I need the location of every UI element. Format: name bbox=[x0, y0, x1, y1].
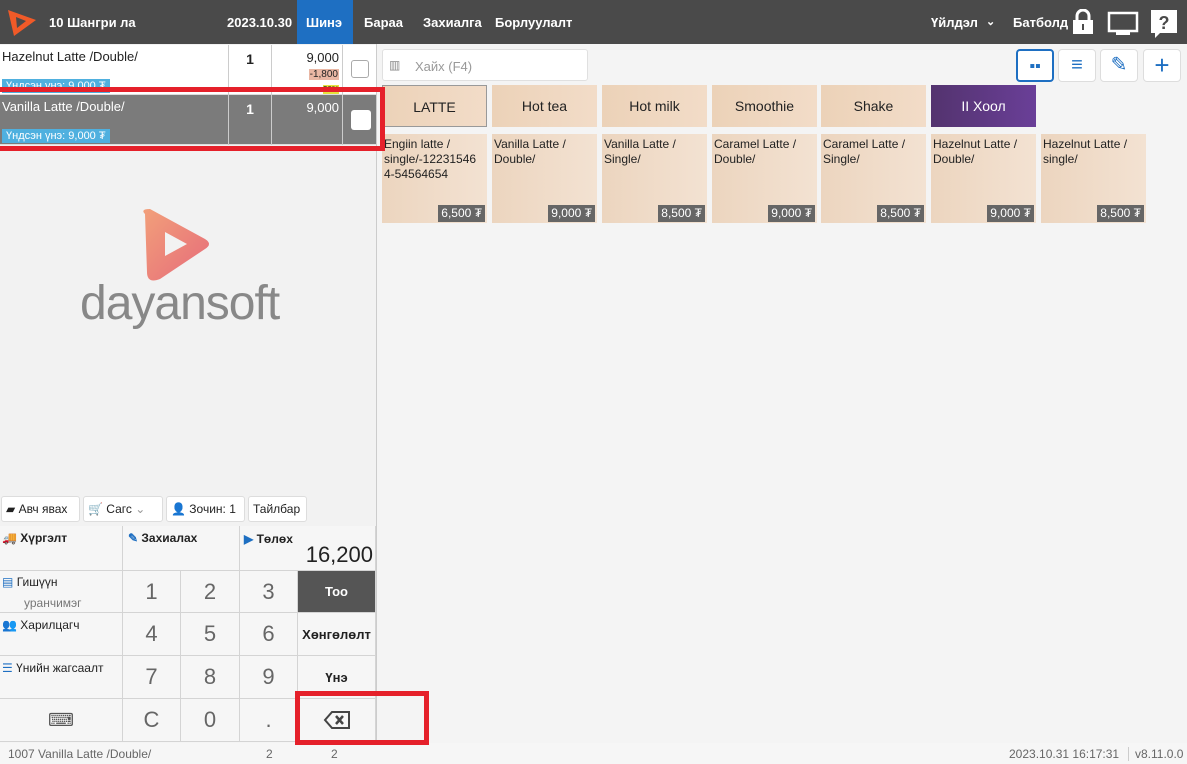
user-name[interactable]: Батболд bbox=[1013, 15, 1068, 30]
svg-text:?: ? bbox=[1159, 13, 1170, 33]
play-icon: ▶ bbox=[244, 532, 254, 546]
datetime: 2023.10.31 16:17:31 bbox=[1009, 747, 1120, 761]
product-tile[interactable]: Hazelnut Latte / Double/9,000 ₮ bbox=[931, 134, 1036, 223]
list-view-icon[interactable]: ≡ bbox=[1058, 49, 1096, 82]
person-icon: 👤 bbox=[171, 502, 186, 516]
tab-products[interactable]: Бараа bbox=[364, 15, 403, 30]
keyboard-icon[interactable]: ⌨ bbox=[0, 699, 123, 742]
category-hot-tea[interactable]: Hot tea bbox=[492, 85, 597, 127]
category-shake[interactable]: Shake bbox=[821, 85, 926, 127]
id-card-icon: ▤ bbox=[2, 575, 14, 589]
lock-icon[interactable] bbox=[1071, 9, 1095, 35]
people-icon: 👥 bbox=[2, 618, 17, 632]
key-4[interactable]: 4 bbox=[123, 613, 181, 656]
search-input[interactable]: ▥ Хайх (F4) bbox=[382, 49, 588, 81]
app-logo-icon bbox=[8, 10, 36, 36]
edit-icon[interactable]: ✎ bbox=[1100, 49, 1138, 82]
count-2: 2 bbox=[331, 747, 338, 761]
add-icon[interactable]: + bbox=[1143, 49, 1181, 82]
key-0[interactable]: 0 bbox=[181, 699, 240, 742]
chevron-down-icon[interactable]: ⌄ bbox=[986, 15, 995, 28]
store-name: 10 Шангри ла bbox=[49, 15, 136, 30]
help-icon[interactable]: ? bbox=[1150, 9, 1178, 39]
discount-mode-button[interactable]: Хөнгөлөлт bbox=[298, 613, 376, 656]
item-checkbox[interactable] bbox=[351, 60, 369, 78]
key-5[interactable]: 5 bbox=[181, 613, 240, 656]
monitor-icon[interactable] bbox=[1107, 11, 1139, 37]
product-tile[interactable]: Engiin latte / single/-12231546 4-545646… bbox=[382, 134, 487, 223]
key-6[interactable]: 6 bbox=[240, 613, 298, 656]
category-hot-milk[interactable]: Hot milk bbox=[602, 85, 707, 127]
key-dot[interactable]: . bbox=[240, 699, 298, 742]
brand-name: dayansoft bbox=[80, 277, 280, 330]
item-discount: -1,800 bbox=[308, 69, 339, 80]
product-tile[interactable]: Hazelnut Latte / single/8,500 ₮ bbox=[1041, 134, 1146, 223]
status-bar: 1007 Vanilla Latte /Double/ 2 2 2023.10.… bbox=[0, 743, 1187, 764]
highlight-backspace bbox=[295, 691, 429, 745]
note-button[interactable]: Тайлбар bbox=[248, 496, 307, 522]
product-tile[interactable]: Vanilla Latte / Single/8,500 ₮ bbox=[602, 134, 707, 223]
tab-new[interactable]: Шинэ bbox=[306, 15, 342, 30]
last-item: 1007 Vanilla Latte /Double/ bbox=[8, 747, 152, 761]
order-total: 16,200 bbox=[305, 542, 373, 567]
category-smoothie[interactable]: Smoothie bbox=[712, 85, 817, 127]
product-tile[interactable]: Caramel Latte / Single/8,500 ₮ bbox=[821, 134, 926, 223]
key-1[interactable]: 1 bbox=[123, 571, 181, 613]
actions-menu[interactable]: Үйлдэл bbox=[931, 15, 978, 30]
qty-mode-button[interactable]: Тоо bbox=[298, 571, 376, 613]
item-name: Hazelnut Latte /Double/ bbox=[2, 49, 138, 64]
key-clear[interactable]: C bbox=[123, 699, 181, 742]
member-name: уранчимэг bbox=[24, 596, 82, 610]
key-2[interactable]: 2 bbox=[181, 571, 240, 613]
pay-label: Төлөх bbox=[256, 532, 293, 546]
dayansoft-logo-icon bbox=[143, 209, 209, 281]
cart-icon: 🛒 bbox=[88, 502, 103, 516]
truck-icon: 🚚 bbox=[2, 531, 17, 545]
product-tile[interactable]: Vanilla Latte / Double/9,000 ₮ bbox=[492, 134, 597, 223]
grid-view-icon[interactable]: ▪▪ bbox=[1016, 49, 1054, 82]
category-food[interactable]: II Хоол bbox=[931, 85, 1036, 127]
box-icon: ▰ bbox=[6, 502, 16, 516]
order-label: Захиалах bbox=[141, 531, 198, 545]
tab-orders[interactable]: Захиалга bbox=[423, 15, 482, 30]
highlight-selected-row bbox=[0, 87, 385, 151]
list-doc-icon: ☰ bbox=[2, 661, 13, 675]
top-bar: 10 Шангри ла 2023.10.30 Шинэ Бараа Захиа… bbox=[0, 0, 1187, 44]
header-date: 2023.10.30 bbox=[227, 15, 293, 30]
key-3[interactable]: 3 bbox=[240, 571, 298, 613]
version: v8.11.0.0 bbox=[1128, 747, 1183, 761]
product-tile[interactable]: Caramel Latte / Double/9,000 ₮ bbox=[712, 134, 817, 223]
barcode-icon: ▥ bbox=[389, 58, 401, 72]
cart-dropdown[interactable]: 🛒 Сагс ⌄ bbox=[83, 496, 163, 522]
count-1: 2 bbox=[266, 747, 273, 761]
category-latte[interactable]: LATTE bbox=[382, 85, 487, 127]
delivery-label: Хүргэлт bbox=[20, 531, 68, 545]
key-7[interactable]: 7 bbox=[123, 656, 181, 699]
key-8[interactable]: 8 bbox=[181, 656, 240, 699]
key-9[interactable]: 9 bbox=[240, 656, 298, 699]
takeaway-button[interactable]: ▰ Авч явах bbox=[1, 496, 80, 522]
tab-sales[interactable]: Борлуулалт bbox=[495, 15, 572, 30]
pencil-icon: ✎ bbox=[128, 531, 139, 545]
guests-button[interactable]: 👤 Зочин: 1 bbox=[166, 496, 245, 522]
item-price: 9,000 bbox=[306, 50, 339, 65]
chevron-down-icon: ⌄ bbox=[135, 502, 146, 516]
